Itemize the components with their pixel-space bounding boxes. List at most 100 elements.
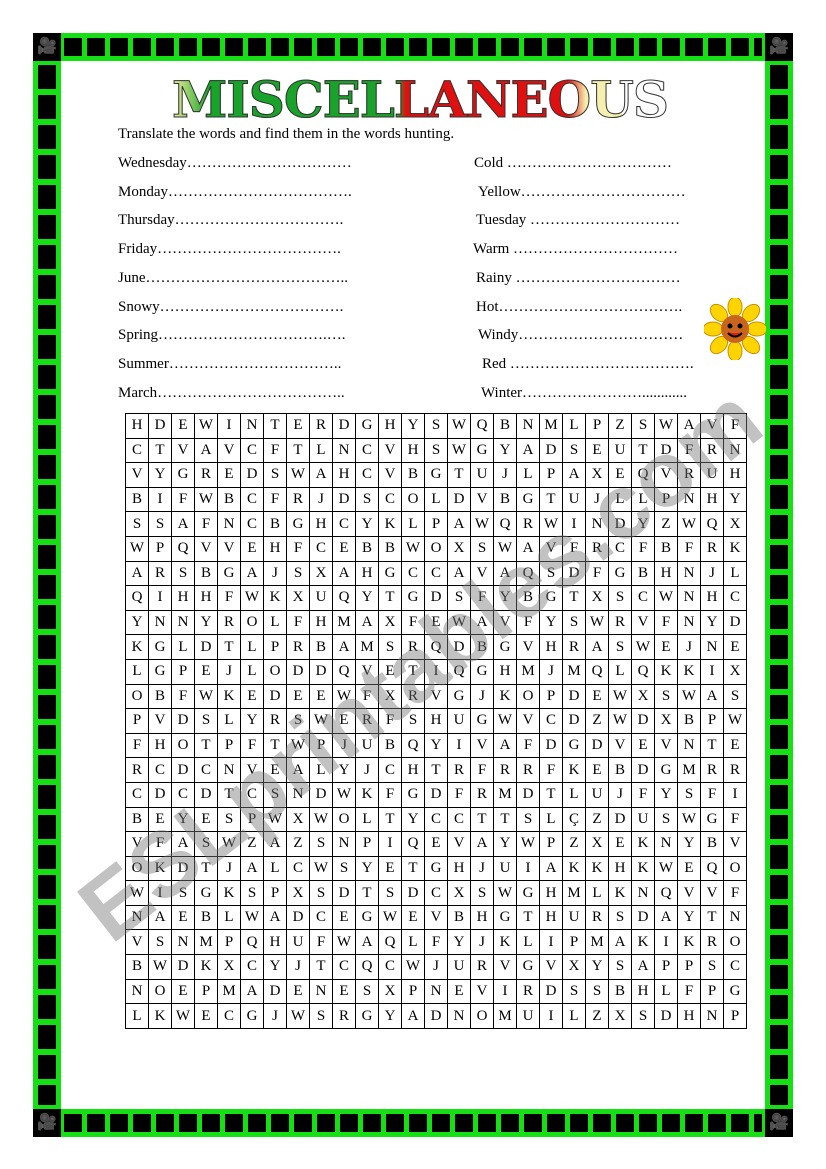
grid-cell[interactable]: Z [608, 413, 632, 439]
grid-cell[interactable]: W [608, 708, 632, 734]
grid-cell[interactable]: S [309, 831, 333, 857]
grid-cell[interactable]: H [125, 413, 149, 439]
grid-cell[interactable]: P [171, 658, 195, 685]
grid-cell[interactable]: M [562, 658, 586, 685]
grid-cell[interactable]: Y [493, 831, 517, 857]
grid-cell[interactable]: I [723, 781, 747, 808]
grid-cell[interactable]: Y [125, 609, 149, 636]
grid-cell[interactable]: G [355, 904, 379, 931]
grid-cell[interactable]: X [585, 585, 609, 611]
grid-cell[interactable]: L [562, 413, 586, 439]
grid-cell[interactable]: L [125, 1003, 149, 1029]
grid-cell[interactable]: D [171, 757, 195, 783]
grid-cell[interactable]: Q [355, 954, 379, 980]
grid-cell[interactable]: T [378, 585, 402, 611]
grid-cell[interactable]: G [240, 1003, 264, 1029]
grid-cell[interactable]: D [309, 781, 333, 808]
grid-cell[interactable]: P [700, 708, 724, 734]
grid-cell[interactable]: C [240, 511, 264, 537]
grid-cell[interactable]: I [447, 732, 471, 759]
grid-cell[interactable]: D [286, 904, 310, 931]
grid-cell[interactable]: F [378, 781, 402, 808]
grid-cell[interactable]: Q [631, 658, 655, 685]
grid-cell[interactable]: H [355, 560, 379, 587]
grid-cell[interactable]: B [263, 511, 287, 537]
grid-cell[interactable]: D [631, 757, 655, 783]
grid-cell[interactable]: F [148, 831, 172, 857]
grid-cell[interactable]: Y [700, 609, 724, 636]
grid-cell[interactable]: V [470, 978, 494, 1005]
grid-cell[interactable]: W [309, 708, 333, 734]
grid-cell[interactable]: E [723, 732, 747, 759]
grid-cell[interactable]: O [125, 855, 149, 882]
grid-cell[interactable]: V [240, 757, 264, 783]
grid-cell[interactable]: E [332, 978, 356, 1005]
grid-cell[interactable]: A [493, 560, 517, 587]
grid-cell[interactable]: S [608, 954, 632, 980]
grid-cell[interactable]: W [286, 462, 310, 488]
grid-cell[interactable]: P [654, 954, 678, 980]
grid-cell[interactable]: Q [125, 585, 149, 611]
grid-cell[interactable]: C [723, 954, 747, 980]
grid-cell[interactable]: W [171, 1003, 195, 1029]
grid-cell[interactable]: E [332, 708, 356, 734]
grid-cell[interactable]: Y [263, 954, 287, 980]
grid-cell[interactable]: P [309, 732, 333, 759]
grid-cell[interactable]: I [148, 880, 172, 906]
grid-cell[interactable]: S [194, 708, 218, 734]
grid-cell[interactable]: Z [585, 806, 609, 833]
grid-cell[interactable]: A [700, 683, 724, 710]
grid-cell[interactable]: V [470, 732, 494, 759]
grid-cell[interactable]: B [700, 831, 724, 857]
grid-cell[interactable]: D [194, 781, 218, 808]
grid-cell[interactable]: D [631, 708, 655, 734]
grid-cell[interactable]: C [332, 954, 356, 980]
grid-cell[interactable]: O [240, 609, 264, 636]
grid-cell[interactable]: S [309, 1003, 333, 1029]
grid-cell[interactable]: F [217, 585, 241, 611]
grid-cell[interactable]: A [263, 831, 287, 857]
grid-cell[interactable]: T [562, 585, 586, 611]
grid-cell[interactable]: B [608, 757, 632, 783]
grid-cell[interactable]: S [539, 560, 563, 587]
grid-cell[interactable]: F [631, 535, 655, 562]
grid-cell[interactable]: R [470, 781, 494, 808]
grid-cell[interactable]: Y [355, 855, 379, 882]
grid-cell[interactable]: D [562, 560, 586, 587]
grid-cell[interactable]: L [654, 978, 678, 1005]
grid-cell[interactable]: R [447, 757, 471, 783]
grid-cell[interactable]: S [263, 781, 287, 808]
grid-cell[interactable]: S [516, 806, 540, 833]
grid-cell[interactable]: D [654, 437, 678, 464]
grid-cell[interactable]: R [263, 708, 287, 734]
grid-cell[interactable]: C [217, 1003, 241, 1029]
grid-cell[interactable]: W [585, 609, 609, 636]
grid-cell[interactable]: K [217, 880, 241, 906]
grid-cell[interactable]: D [539, 732, 563, 759]
grid-cell[interactable]: Y [493, 585, 517, 611]
grid-cell[interactable]: T [631, 437, 655, 464]
grid-cell[interactable]: U [608, 437, 632, 464]
grid-cell[interactable]: W [447, 437, 471, 464]
grid-cell[interactable]: R [286, 486, 310, 513]
grid-cell[interactable]: I [493, 978, 517, 1005]
grid-cell[interactable]: T [401, 658, 425, 685]
grid-cell[interactable]: T [378, 806, 402, 833]
grid-cell[interactable]: S [470, 880, 494, 906]
grid-cell[interactable]: J [217, 855, 241, 882]
grid-cell[interactable]: J [263, 1003, 287, 1029]
grid-cell[interactable]: C [240, 954, 264, 980]
grid-cell[interactable]: Y [631, 511, 655, 537]
grid-cell[interactable]: T [447, 462, 471, 488]
grid-cell[interactable]: K [562, 855, 586, 882]
grid-cell[interactable]: V [539, 954, 563, 980]
grid-cell[interactable]: E [424, 609, 448, 636]
grid-cell[interactable]: R [470, 954, 494, 980]
grid-cell[interactable]: G [654, 757, 678, 783]
grid-cell[interactable]: S [654, 806, 678, 833]
grid-cell[interactable]: N [677, 585, 701, 611]
grid-cell[interactable]: Y [539, 609, 563, 636]
grid-cell[interactable]: V [125, 462, 149, 488]
grid-cell[interactable]: N [677, 732, 701, 759]
grid-cell[interactable]: W [654, 413, 678, 439]
